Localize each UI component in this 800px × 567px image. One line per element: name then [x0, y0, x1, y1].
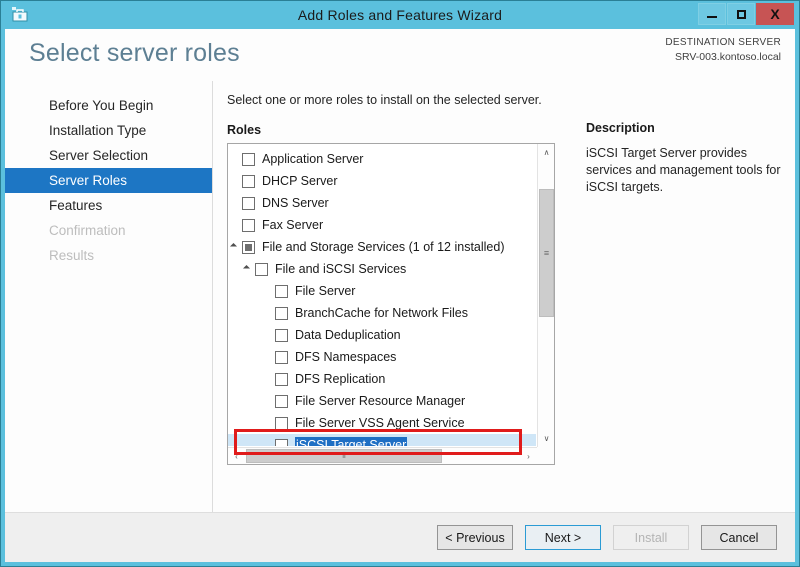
tree-item-dns-server[interactable]: DNS Server: [228, 192, 536, 214]
scroll-down-icon[interactable]: ∨: [538, 430, 554, 447]
maximize-icon: [736, 9, 746, 19]
nav-item-server-selection[interactable]: Server Selection: [5, 143, 212, 168]
tree-item-label: Fax Server: [262, 218, 324, 232]
scrollbar-grip-icon: ≡: [543, 247, 550, 258]
tree-item-label: DHCP Server: [262, 174, 338, 188]
scrollbar-grip-icon: ⦀: [342, 451, 346, 460]
vertical-scrollbar[interactable]: ∧ ≡ ∨: [537, 144, 554, 447]
tree-item-label: BranchCache for Network Files: [295, 306, 468, 320]
checkbox-unchecked-icon[interactable]: [242, 196, 255, 210]
checkbox-unchecked-icon[interactable]: [275, 350, 288, 364]
horizontal-scrollbar-thumb[interactable]: ⦀: [246, 449, 442, 463]
wizard-toolbox-icon: [12, 7, 28, 22]
nav-item-before-you-begin[interactable]: Before You Begin: [5, 93, 212, 118]
nav-item-installation-type[interactable]: Installation Type: [5, 118, 212, 143]
checkbox-unchecked-icon[interactable]: [255, 262, 268, 276]
checkbox-partial-icon[interactable]: [242, 240, 255, 254]
expander-collapse-icon[interactable]: [242, 258, 255, 280]
roles-listbox[interactable]: Application Server DHCP Server DNS Serve…: [227, 143, 555, 465]
description-column: Description iSCSI Target Server provides…: [562, 93, 795, 512]
content-area: Select one or more roles to install on t…: [213, 81, 795, 512]
checkbox-unchecked-icon[interactable]: [242, 152, 255, 166]
client-area: Select server roles DESTINATION SERVER S…: [5, 29, 795, 562]
tree-item-label: Data Deduplication: [295, 328, 401, 342]
instruction-text: Select one or more roles to install on t…: [227, 93, 542, 107]
destination-server: DESTINATION SERVER SRV-003.kontoso.local: [665, 36, 781, 64]
cancel-button[interactable]: Cancel: [701, 525, 777, 550]
roles-column: Select one or more roles to install on t…: [227, 93, 562, 512]
nav-item-server-roles[interactable]: Server Roles: [5, 168, 212, 193]
next-button[interactable]: Next >: [525, 525, 601, 550]
nav-item-confirmation: Confirmation: [49, 223, 126, 238]
checkbox-unchecked-icon[interactable]: [242, 218, 255, 232]
tree-item-label: File and Storage Services (1 of 12 insta…: [262, 240, 505, 254]
horizontal-scrollbar[interactable]: ‹ ⦀ ›: [228, 447, 537, 464]
description-title: Description: [586, 121, 655, 135]
scroll-up-icon[interactable]: ∧: [538, 144, 554, 161]
tree-item-label: iSCSI Target Server: [295, 437, 408, 446]
tree-item-dfs-replication[interactable]: DFS Replication: [228, 368, 536, 390]
window-title: Add Roles and Features Wizard: [297, 7, 503, 23]
page-header: Select server roles DESTINATION SERVER S…: [5, 29, 795, 81]
checkbox-unchecked-icon[interactable]: [275, 438, 288, 446]
minimize-icon: [707, 16, 717, 18]
description-text: iSCSI Target Server provides services an…: [586, 146, 781, 194]
destination-server-value: SRV-003.kontoso.local: [674, 51, 781, 63]
destination-server-label: DESTINATION SERVER: [665, 37, 781, 48]
previous-button[interactable]: < Previous: [437, 525, 513, 550]
close-button[interactable]: X: [756, 3, 794, 25]
roles-tree: Application Server DHCP Server DNS Serve…: [228, 148, 536, 446]
wizard-nav: Before You Begin Installation Type Serve…: [5, 81, 213, 512]
tree-item-data-deduplication[interactable]: Data Deduplication: [228, 324, 536, 346]
tree-item-fax-server[interactable]: Fax Server: [228, 214, 536, 236]
tree-item-label: DNS Server: [262, 196, 329, 210]
tree-item-label: File Server Resource Manager: [295, 394, 466, 408]
tree-item-application-server[interactable]: Application Server: [228, 148, 536, 170]
vertical-scrollbar-thumb[interactable]: ≡: [539, 189, 554, 317]
tree-item-iscsi-target-server[interactable]: iSCSI Target Server: [228, 434, 536, 446]
tree-item-file-server-resource-manager[interactable]: File Server Resource Manager: [228, 390, 536, 412]
checkbox-unchecked-icon[interactable]: [275, 328, 288, 342]
tree-item-branchcache-for-network-files[interactable]: BranchCache for Network Files: [228, 302, 536, 324]
tree-item-label: File and iSCSI Services: [275, 262, 407, 276]
tree-item-label: File Server VSS Agent Service: [295, 416, 465, 430]
tree-item-label: DFS Namespaces: [295, 350, 397, 364]
roles-label: Roles: [227, 123, 262, 137]
wizard-footer: < Previous Next > Install Cancel: [5, 512, 795, 562]
wizard-window: Add Roles and Features Wizard X Select s…: [0, 0, 800, 567]
checkbox-unchecked-icon[interactable]: [275, 372, 288, 386]
scroll-left-icon[interactable]: ‹: [228, 448, 245, 464]
checkbox-unchecked-icon[interactable]: [275, 416, 288, 430]
tree-item-file-server-vss-agent-service[interactable]: File Server VSS Agent Service: [228, 412, 536, 434]
tree-item-file-and-storage-services[interactable]: File and Storage Services (1 of 12 insta…: [228, 236, 536, 258]
install-button: Install: [613, 525, 689, 550]
checkbox-unchecked-icon[interactable]: [275, 306, 288, 320]
close-icon: X: [770, 6, 780, 22]
maximize-button[interactable]: [727, 3, 755, 25]
tree-item-dhcp-server[interactable]: DHCP Server: [228, 170, 536, 192]
tree-item-label: File Server: [295, 284, 356, 298]
tree-item-file-and-iscsi-services[interactable]: File and iSCSI Services: [228, 258, 536, 280]
scroll-right-icon[interactable]: ›: [520, 448, 537, 464]
page-title: Select server roles: [29, 39, 240, 67]
checkbox-unchecked-icon[interactable]: [242, 174, 255, 188]
nav-item-features[interactable]: Features: [5, 193, 212, 218]
tree-item-file-server[interactable]: File Server: [228, 280, 536, 302]
checkbox-unchecked-icon[interactable]: [275, 394, 288, 408]
body-area: Before You Begin Installation Type Serve…: [5, 81, 795, 512]
tree-item-dfs-namespaces[interactable]: DFS Namespaces: [228, 346, 536, 368]
checkbox-unchecked-icon[interactable]: [275, 284, 288, 298]
expander-collapse-icon[interactable]: [229, 236, 242, 258]
title-bar: Add Roles and Features Wizard X: [1, 1, 799, 29]
nav-item-results: Results: [49, 248, 95, 263]
tree-item-label: DFS Replication: [295, 372, 386, 386]
tree-item-label: Application Server: [262, 152, 364, 166]
scrollbar-corner: [537, 447, 554, 464]
minimize-button[interactable]: [698, 3, 726, 25]
window-controls: X: [698, 3, 794, 25]
